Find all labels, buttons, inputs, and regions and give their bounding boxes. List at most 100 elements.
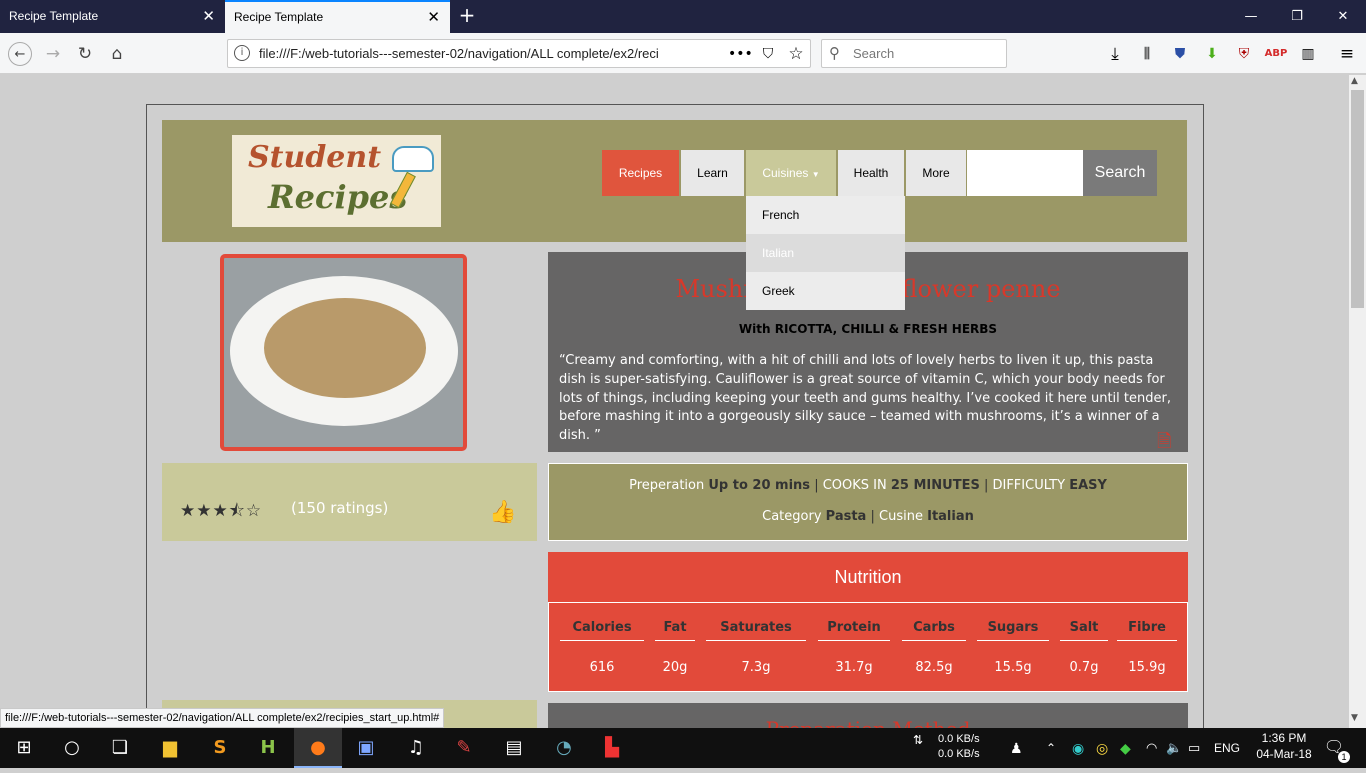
forward-icon[interactable]: → xyxy=(41,42,65,66)
nutrition-header-fat: Fat xyxy=(655,620,695,641)
method-title: Preparation Method xyxy=(548,717,1188,728)
difficulty-value: EASY xyxy=(1069,478,1107,493)
ublock-icon[interactable]: ⛨ xyxy=(1232,42,1256,66)
notifications-badge: 1 xyxy=(1338,751,1350,763)
nutrition-value-salt: 0.7g xyxy=(1069,660,1099,675)
nutrition-header-sugars: Sugars xyxy=(977,620,1049,641)
cuisine-value: Italian xyxy=(927,509,974,524)
nutrition-value-calories: 616 xyxy=(589,660,615,675)
dropdown-item-greek[interactable]: Greek xyxy=(746,272,905,310)
nutrition-value-saturates: 7.3g xyxy=(741,660,771,675)
bookmark-star-icon[interactable]: ☆ xyxy=(784,42,808,66)
sidebar-icon[interactable]: ▥ xyxy=(1296,42,1320,66)
language-indicator[interactable]: ENG xyxy=(1214,728,1240,768)
page-actions-icon[interactable]: ••• xyxy=(728,42,753,66)
tab-inactive[interactable]: Recipe Template ✕ xyxy=(0,0,225,33)
nutrition-value-fat: 20g xyxy=(662,660,688,675)
nav-cuisines[interactable]: Cuisines ▼ xyxy=(746,150,837,196)
dropdown-item-french[interactable]: French xyxy=(746,196,905,234)
difficulty-label: DIFFICULTY xyxy=(992,478,1066,493)
scroll-up-icon[interactable]: ▲ xyxy=(1351,76,1358,86)
nav-more[interactable]: More xyxy=(906,150,967,196)
url-text[interactable]: file:///F:/web-tutorials---semester-02/n… xyxy=(259,39,699,68)
nutrition-value-protein: 31.7g xyxy=(835,660,873,675)
nav-learn[interactable]: Learn xyxy=(681,150,745,196)
net-down: 0.0 KB/s xyxy=(938,733,980,745)
adblock-icon[interactable]: ABP xyxy=(1264,42,1288,66)
logo-text-line2: Recipes xyxy=(268,178,408,216)
downloader-icon[interactable]: ⬇ xyxy=(1200,42,1224,66)
category-label: Category xyxy=(762,509,822,524)
nav-recipes[interactable]: Recipes xyxy=(602,150,680,196)
site-search-button[interactable]: Search xyxy=(1083,150,1157,196)
app-icon-1[interactable]: ▣ xyxy=(342,728,390,768)
menu-icon[interactable]: ≡ xyxy=(1335,42,1359,66)
pdf-reader-icon[interactable]: ▙ xyxy=(588,728,636,768)
site-search-input[interactable] xyxy=(967,150,1083,196)
reload-icon[interactable]: ↻ xyxy=(73,42,97,66)
search-input[interactable] xyxy=(821,39,1007,68)
scrollbar-thumb[interactable] xyxy=(1351,90,1364,308)
clock-time[interactable]: 1:36 PM xyxy=(1248,731,1320,747)
file-explorer-icon[interactable]: ▆ xyxy=(146,728,194,768)
download-icon[interactable]: ⤓ xyxy=(1103,42,1127,66)
pocket-icon[interactable]: ⛉ xyxy=(756,42,780,66)
paint-icon[interactable]: ✎ xyxy=(440,728,488,768)
tray-overflow-icon[interactable]: ⌃ xyxy=(1046,728,1056,768)
home-icon[interactable]: ⌂ xyxy=(105,42,129,66)
window-close-icon[interactable]: ✕ xyxy=(1320,0,1366,33)
html-editor-icon[interactable]: H xyxy=(244,728,292,768)
cortana-icon[interactable]: ○ xyxy=(48,728,96,768)
rating-stars[interactable]: ★★★⯪☆ xyxy=(180,498,262,527)
status-url: file:///F:/web-tutorials---semester-02/n… xyxy=(0,708,445,728)
nutrition-header-protein: Protein xyxy=(818,620,890,641)
close-tab-icon[interactable]: ✕ xyxy=(427,2,440,33)
scroll-down-icon[interactable]: ▼ xyxy=(1351,713,1358,723)
task-view-icon[interactable]: ❏ xyxy=(96,728,144,768)
nutrition-header-saturates: Saturates xyxy=(706,620,806,641)
volume-icon[interactable]: 🔈 xyxy=(1166,728,1182,768)
restore-icon[interactable]: ❐ xyxy=(1274,0,1320,33)
info-icon[interactable]: i xyxy=(234,45,250,61)
tray-app-icon-2[interactable]: ◎ xyxy=(1096,728,1108,768)
app-icon-3[interactable]: ◔ xyxy=(540,728,588,768)
pdf-icon[interactable]: 🗎 xyxy=(1157,429,1178,453)
recipe-category-line: Category Pasta | Cusine Italian xyxy=(762,509,974,524)
minimize-icon[interactable]: — xyxy=(1228,0,1274,33)
new-tab-icon[interactable]: + xyxy=(456,0,478,33)
nutrition-header-salt: Salt xyxy=(1060,620,1108,641)
caret-down-icon: ▼ xyxy=(811,170,820,179)
tray-app-icon-1[interactable]: ◉ xyxy=(1072,728,1084,768)
close-tab-icon[interactable]: ✕ xyxy=(202,0,215,33)
clock-date[interactable]: 04-Mar-18 xyxy=(1248,747,1320,763)
tray-app-icon-3[interactable]: ◆ xyxy=(1120,728,1131,768)
bitwarden-icon[interactable]: ⛊ xyxy=(1168,42,1192,66)
recipe-info-panel xyxy=(548,463,1188,541)
nutrition-header-calories: Calories xyxy=(560,620,644,641)
net-up: 0.0 KB/s xyxy=(938,748,980,760)
headphones-icon[interactable]: ♫ xyxy=(392,728,440,768)
app-icon-2[interactable]: ▤ xyxy=(490,728,538,768)
firefox-icon[interactable]: ● xyxy=(294,728,342,768)
nutrition-header-carbs: Carbs xyxy=(902,620,966,641)
logo-text-line1: Student xyxy=(248,140,382,175)
battery-icon[interactable]: ▭ xyxy=(1188,728,1200,768)
sublime-text-icon[interactable]: S xyxy=(196,728,244,768)
tab-active[interactable]: Recipe Template ✕ xyxy=(225,0,450,33)
prep-value: Up to 20 mins xyxy=(708,478,811,493)
search-icon: ⚲ xyxy=(829,44,840,62)
wifi-icon[interactable]: ◠ xyxy=(1146,728,1157,768)
windows-start-icon[interactable]: ⊞ xyxy=(0,728,48,768)
dropdown-item-italian[interactable]: Italian xyxy=(746,234,905,272)
thumbs-up-icon[interactable]: 👍 xyxy=(489,500,516,525)
pasta xyxy=(264,298,426,398)
back-icon[interactable]: ← xyxy=(8,42,32,66)
library-icon[interactable]: ⫼ xyxy=(1135,42,1159,66)
recipe-photo xyxy=(220,254,467,451)
cooks-label: COOKS IN xyxy=(822,478,887,493)
nav-health[interactable]: Health xyxy=(838,150,905,196)
nutrition-value-sugars: 15.5g xyxy=(994,660,1032,675)
cuisine-label: Cusine xyxy=(879,509,923,524)
search-placeholder: Search xyxy=(853,46,895,61)
people-icon[interactable]: ♟ xyxy=(1010,728,1023,768)
